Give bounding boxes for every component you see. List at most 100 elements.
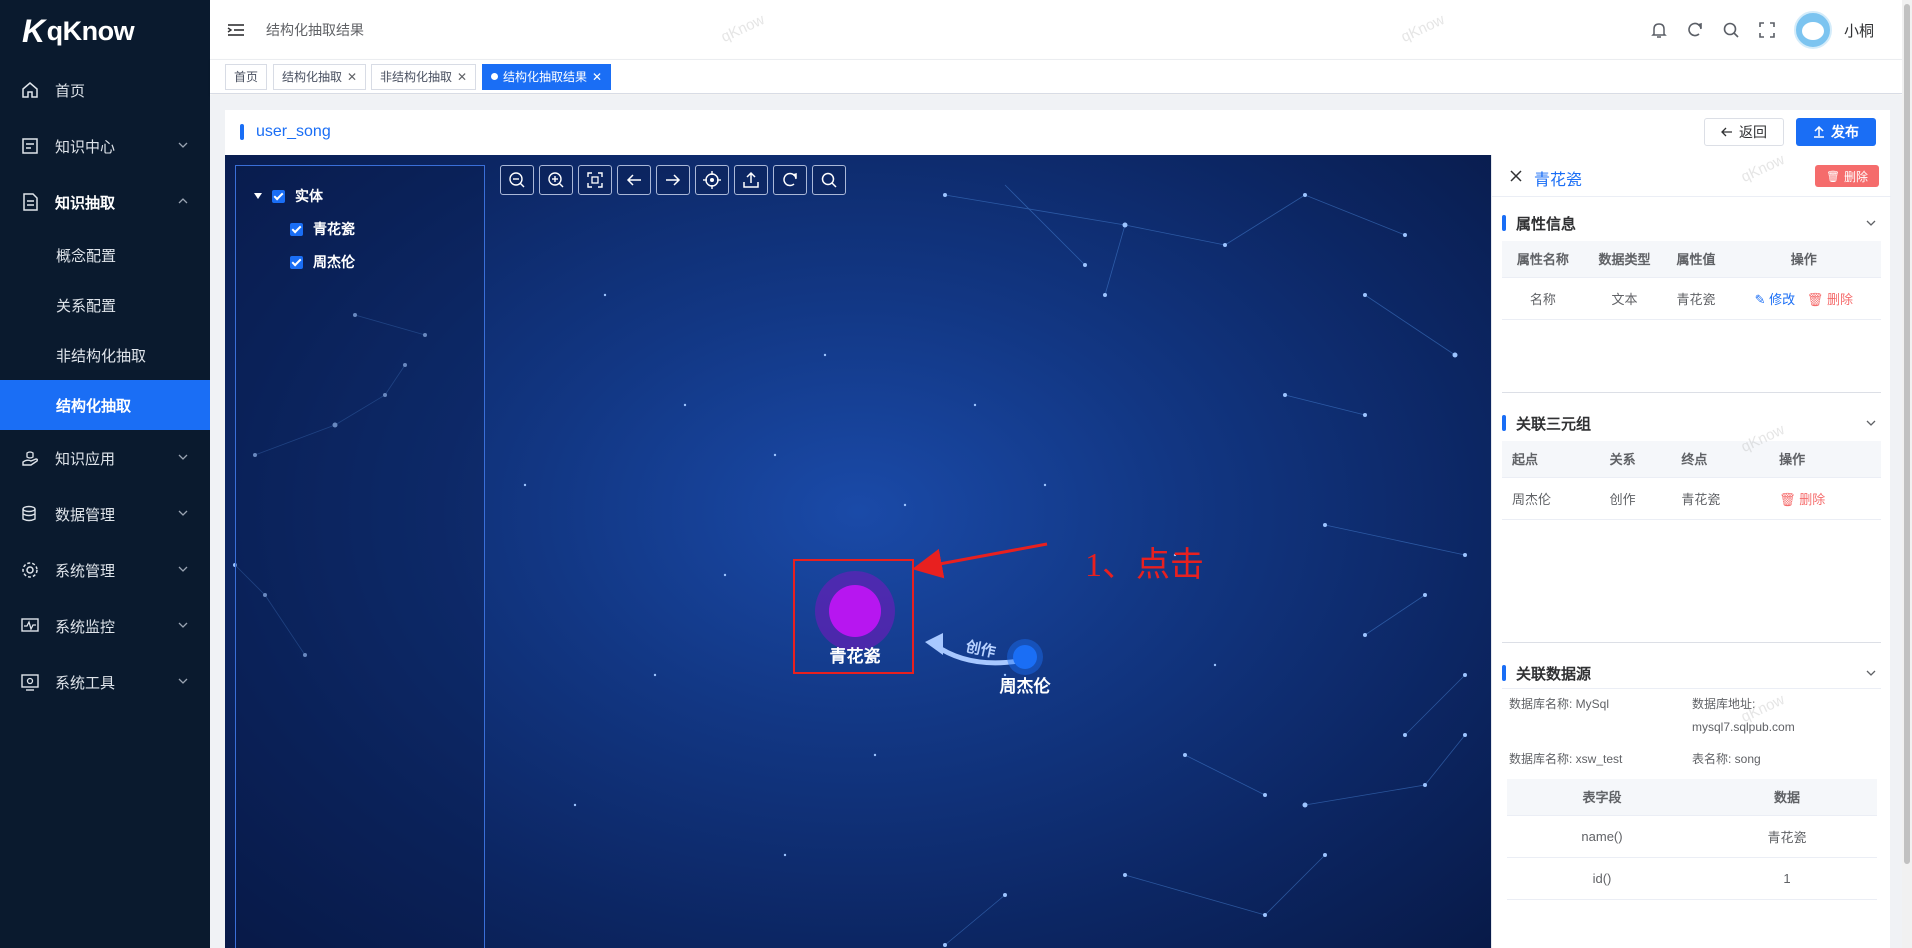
node-qinghuaci[interactable] <box>829 585 881 637</box>
cell: 青花瓷 <box>1665 277 1727 320</box>
back-button[interactable]: 返回 <box>1704 118 1784 146</box>
column-header: 终点 <box>1671 441 1770 478</box>
search-icon[interactable] <box>1720 19 1742 41</box>
table-row: 名称 文本 青花瓷 ✎ 修改 🗑 删除 <box>1502 277 1881 320</box>
tags-view: 首页 结构化抽取 ✕ 非结构化抽取 ✕ 结构化抽取结果 ✕ <box>210 60 1902 94</box>
database-icon <box>20 504 40 524</box>
table-row: name() 青花瓷 <box>1507 815 1877 858</box>
sidebar: KqKnow 首页 知识中心 知识抽取 概念配置 关系配置 非结构化抽取 结构化… <box>0 0 210 948</box>
delete-button[interactable]: 🗑 删除 <box>1779 492 1825 507</box>
column-header: 关系 <box>1599 441 1672 478</box>
tag-structured-extraction[interactable]: 结构化抽取 ✕ <box>273 64 367 90</box>
sidebar-item-system-management[interactable]: 系统管理 <box>0 542 210 598</box>
upload-icon <box>1814 126 1824 138</box>
knowledge-graph-canvas[interactable]: 实体 青花瓷 周杰伦 创作 青花瓷 周杰伦 1、点击 <box>225 155 1491 948</box>
db-name-1: 数据库名称: MySql <box>1509 697 1610 711</box>
logo-text: qKnow <box>46 15 135 46</box>
divider <box>1502 392 1881 393</box>
entity-name: 青花瓷 <box>1534 172 1583 189</box>
chevron-down-icon[interactable] <box>1866 218 1876 228</box>
sidebar-subitem-label: 非结构化抽取 <box>56 347 147 365</box>
delete-entity-button[interactable]: 🗑 删除 <box>1815 165 1879 187</box>
annotation-text: 1、点击 <box>1085 546 1204 584</box>
db-address-value: mysql7.sqlpub.com <box>1692 720 1795 734</box>
edge-arrowhead <box>925 633 943 655</box>
sidebar-item-home[interactable]: 首页 <box>0 62 210 118</box>
menu-toggle-icon[interactable] <box>226 20 246 40</box>
table-row: 周杰伦 创作 青花瓷 🗑 删除 <box>1502 477 1881 520</box>
sidebar-item-label: 系统工具 <box>55 674 116 692</box>
publish-button-label: 发布 <box>1831 124 1859 140</box>
node-label: 周杰伦 <box>1000 676 1052 696</box>
trash-icon: 🗑 <box>1806 291 1824 307</box>
back-button-label: 返回 <box>1739 124 1767 140</box>
column-header: 数据类型 <box>1583 241 1666 278</box>
cell: 1 <box>1697 857 1877 900</box>
sidebar-subitem-label: 关系配置 <box>56 297 117 315</box>
close-icon[interactable] <box>1508 168 1524 184</box>
delete-button[interactable]: 🗑 删除 <box>1807 292 1853 307</box>
column-header: 表字段 <box>1507 779 1697 816</box>
cell: 创作 <box>1599 477 1672 520</box>
cell: 文本 <box>1583 277 1666 320</box>
home-icon <box>20 80 40 100</box>
tag-home[interactable]: 首页 <box>225 64 268 90</box>
sidebar-subitem-relation-config[interactable]: 关系配置 <box>0 280 210 330</box>
scrollbar-thumb[interactable] <box>1904 4 1910 864</box>
fullscreen-icon[interactable] <box>1756 19 1778 41</box>
panel-header: 青花瓷 🗑 删除 <box>1492 155 1891 197</box>
avatar[interactable] <box>1793 11 1832 49</box>
db-address-label: 数据库地址: <box>1692 697 1756 711</box>
chevron-down-icon[interactable] <box>1866 668 1876 678</box>
sidebar-item-knowledge-application[interactable]: 知识应用 <box>0 430 210 486</box>
username[interactable]: 小桐 <box>1844 20 1874 41</box>
cell: id() <box>1507 857 1697 900</box>
tag-structured-extraction-result[interactable]: 结构化抽取结果 ✕ <box>482 64 612 90</box>
edit-icon: ✎ <box>1754 291 1766 307</box>
node-zhoujielun[interactable] <box>1013 645 1037 669</box>
source-section-title[interactable]: 关联数据源 <box>1502 663 1882 683</box>
sidebar-item-label: 数据管理 <box>55 506 116 524</box>
bell-icon[interactable] <box>1648 19 1670 41</box>
attr-section-title[interactable]: 属性信息 <box>1502 213 1882 233</box>
divider <box>1502 688 1881 689</box>
column-header: 操作 <box>1769 441 1881 478</box>
sidebar-subitem-label: 结构化抽取 <box>56 397 132 415</box>
refresh-icon[interactable] <box>1684 19 1706 41</box>
close-icon[interactable]: ✕ <box>592 70 602 84</box>
document-icon <box>20 192 40 212</box>
trash-icon: 🗑 <box>1826 170 1840 183</box>
edit-button[interactable]: ✎ 修改 <box>1755 292 1796 307</box>
sidebar-item-knowledge-center[interactable]: 知识中心 <box>0 118 210 174</box>
delete-label: 删除 <box>1799 491 1826 507</box>
entity-detail-panel: 青花瓷 🗑 删除 属性信息 属性名称 数据类型 属性值 操作 名称 文本 青花瓷… <box>1491 155 1891 948</box>
triple-section-title[interactable]: 关联三元组 <box>1502 413 1882 433</box>
app-logo[interactable]: KqKnow <box>0 0 210 62</box>
column-header: 属性名称 <box>1502 241 1584 278</box>
page-scrollbar[interactable] <box>1902 0 1912 948</box>
chevron-down-icon[interactable] <box>1866 418 1876 428</box>
tag-unstructured-extraction[interactable]: 非结构化抽取 ✕ <box>371 64 477 90</box>
cell: 青花瓷 <box>1697 815 1877 858</box>
sidebar-item-knowledge-extraction[interactable]: 知识抽取 <box>0 174 210 230</box>
sidebar-item-data-management[interactable]: 数据管理 <box>0 486 210 542</box>
column-header: 起点 <box>1502 441 1600 478</box>
close-icon[interactable]: ✕ <box>457 70 467 84</box>
top-header: 结构化抽取结果 小桐 <box>210 0 1902 60</box>
chevron-down-icon <box>178 622 188 628</box>
sidebar-item-system-tools[interactable]: 系统工具 <box>0 654 210 710</box>
table-row: id() 1 <box>1507 857 1877 900</box>
chevron-down-icon <box>178 142 188 148</box>
cell-actions: 🗑 删除 <box>1769 477 1881 520</box>
publish-button[interactable]: 发布 <box>1796 118 1876 146</box>
sidebar-subitem-structured-extraction[interactable]: 结构化抽取 <box>0 380 210 430</box>
chevron-down-icon <box>178 678 188 684</box>
tool-icon <box>20 672 40 692</box>
triple-table: 起点 关系 终点 操作 周杰伦 创作 青花瓷 🗑 删除 <box>1502 441 1881 520</box>
sidebar-subitem-concept-config[interactable]: 概念配置 <box>0 230 210 280</box>
section-title-text: 关联数据源 <box>1516 665 1592 683</box>
close-icon[interactable]: ✕ <box>347 70 357 84</box>
sidebar-item-system-monitor[interactable]: 系统监控 <box>0 598 210 654</box>
cell: name() <box>1507 815 1697 858</box>
sidebar-subitem-unstructured-extraction[interactable]: 非结构化抽取 <box>0 330 210 380</box>
